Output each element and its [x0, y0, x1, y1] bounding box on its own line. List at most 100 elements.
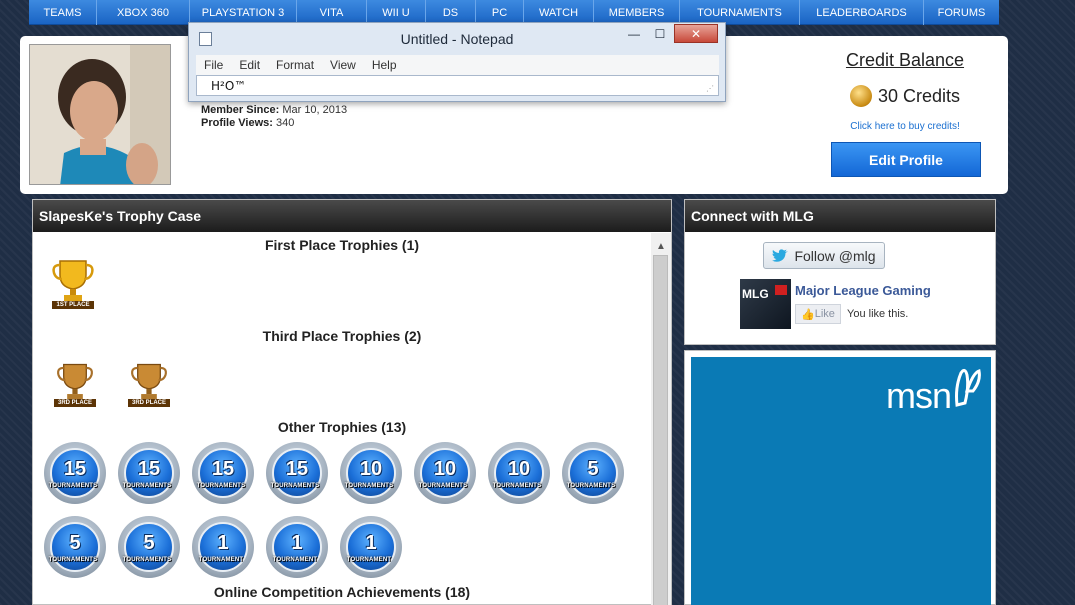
medal-number: 15	[285, 457, 309, 480]
resize-grip-icon[interactable]: ⋰	[706, 84, 714, 93]
medal-number: 15	[211, 457, 235, 480]
medal-number: 1	[291, 531, 303, 554]
tournament-medal[interactable]: 1 TOURNAMENT	[192, 516, 254, 578]
medal-badge: 1	[198, 522, 248, 572]
medal-label: TOURNAMENTS	[48, 557, 98, 563]
scroll-thumb[interactable]	[653, 255, 668, 605]
bronze-cup-icon	[57, 363, 93, 400]
trophy-case-body[interactable]: First Place Trophies (1) 1ST PLACE Third…	[33, 233, 651, 605]
thumbs-up-icon: 👍	[801, 308, 815, 321]
medal-label: TOURNAMENTS	[122, 483, 172, 489]
close-button[interactable]: ✕	[674, 24, 718, 43]
tournament-medal[interactable]: 5 TOURNAMENTS	[562, 442, 624, 504]
medal-number: 1	[365, 531, 377, 554]
menu-edit[interactable]: Edit	[231, 58, 268, 72]
medal-label: TOURNAMENTS	[418, 483, 468, 489]
medal-badge: 15	[50, 448, 100, 498]
medal-badge: 10	[420, 448, 470, 498]
coin-icon	[849, 85, 872, 107]
credit-balance-box: Credit Balance 30 Credits Click here to …	[825, 50, 985, 132]
tournament-medal[interactable]: 15 TOURNAMENTS	[192, 442, 254, 504]
connect-header: Connect with MLG	[685, 200, 995, 232]
notepad-text-area[interactable]: H²O™ ⋰	[196, 75, 719, 96]
mlg-logo-text: MLG	[742, 287, 769, 301]
mlg-page-link[interactable]: Major League Gaming	[795, 283, 931, 298]
tournament-medal[interactable]: 15 TOURNAMENTS	[118, 442, 180, 504]
edit-profile-button[interactable]: Edit Profile	[831, 142, 981, 177]
third-place-title: Third Place Trophies (2)	[262, 328, 422, 344]
medal-badge: 10	[494, 448, 544, 498]
medal-number: 5	[143, 531, 155, 554]
gold-cup-icon	[52, 260, 94, 301]
medal-label: TOURNAMENT	[346, 557, 392, 563]
medal-label: TOURNAMENT	[272, 557, 318, 563]
mlg-logo-mark	[775, 285, 787, 295]
medal-number: 10	[507, 457, 531, 480]
third-place-trophy-2[interactable]: 3RD PLACE	[128, 361, 171, 407]
tournament-medal[interactable]: 10 TOURNAMENTS	[488, 442, 550, 504]
tournament-medal[interactable]: 15 TOURNAMENTS	[44, 442, 106, 504]
nav-teams[interactable]: TEAMS	[29, 0, 97, 25]
medal-badge: 10	[346, 448, 396, 498]
msn-logo-text: msn	[885, 375, 952, 416]
mlg-logo[interactable]: MLG	[740, 279, 791, 329]
menu-format[interactable]: Format	[268, 58, 322, 72]
medal-label: TOURNAMENTS	[344, 483, 394, 489]
like-button[interactable]: 👍 Like	[795, 304, 841, 324]
other-trophies-title: Other Trophies (13)	[277, 419, 407, 435]
medal-label: TOURNAMENTS	[566, 483, 616, 489]
minimize-icon[interactable]: —	[624, 27, 644, 41]
tournament-medal[interactable]: 10 TOURNAMENTS	[340, 442, 402, 504]
scroll-up-icon[interactable]: ▲	[651, 238, 671, 254]
maximize-icon[interactable]: ☐	[650, 27, 670, 41]
online-achievements-title: Online Competition Achievements (18)	[213, 584, 471, 600]
medal-label: TOURNAMENT	[198, 557, 244, 563]
menu-view[interactable]: View	[322, 58, 364, 72]
trophy-scrollbar[interactable]: ▲	[651, 233, 671, 605]
follow-label: Follow @mlg	[794, 247, 876, 264]
medal-number: 15	[137, 457, 161, 480]
first-place-trophy[interactable]: 1ST PLACE	[50, 257, 96, 309]
tournament-medal[interactable]: 1 TOURNAMENT	[340, 516, 402, 578]
like-status: You like this.	[847, 308, 909, 320]
twitter-bird-icon	[772, 248, 789, 262]
medal-badge: 5	[50, 522, 100, 572]
medal-number: 5	[69, 531, 81, 554]
first-place-title: First Place Trophies (1)	[264, 237, 420, 253]
third-place-trophy-1[interactable]: 3RD PLACE	[54, 361, 97, 407]
medal-badge: 15	[124, 448, 174, 498]
third-place-label: 3RD PLACE	[128, 399, 171, 407]
notepad-title: Untitled - Notepad	[400, 31, 514, 47]
medal-label: TOURNAMENTS	[196, 483, 246, 489]
msn-ad[interactable]: msn	[691, 357, 991, 605]
notepad-content: H²O™	[211, 79, 247, 93]
tournament-medal[interactable]: 15 TOURNAMENTS	[266, 442, 328, 504]
nav-xbox-360[interactable]: XBOX 360	[97, 0, 190, 25]
medal-label: TOURNAMENTS	[492, 483, 542, 489]
nav-leaderboards[interactable]: LEADERBOARDS	[800, 0, 924, 25]
medal-label: TOURNAMENTS	[48, 483, 98, 489]
tournament-medal[interactable]: 5 TOURNAMENTS	[44, 516, 106, 578]
medal-badge: 15	[272, 448, 322, 498]
tournament-medal[interactable]: 10 TOURNAMENTS	[414, 442, 476, 504]
credit-amount: 30 Credits	[825, 85, 985, 107]
first-place-label: 1ST PLACE	[52, 301, 94, 309]
credit-balance-title[interactable]: Credit Balance	[825, 50, 985, 71]
menu-help[interactable]: Help	[364, 58, 405, 72]
tournament-medal[interactable]: 1 TOURNAMENT	[266, 516, 328, 578]
profile-views-value: 340	[276, 117, 295, 129]
trophy-case-header: SlapesKe's Trophy Case	[33, 200, 671, 232]
tournament-medal[interactable]: 5 TOURNAMENTS	[118, 516, 180, 578]
trophy-case-panel: SlapesKe's Trophy Case First Place Troph…	[32, 199, 672, 605]
medal-number: 15	[63, 457, 87, 480]
follow-button[interactable]: Follow @mlg	[763, 242, 885, 269]
menu-file[interactable]: File	[196, 58, 231, 72]
like-label: Like	[814, 308, 835, 320]
notepad-titlebar[interactable]: Untitled - Notepad — ☐ ✕	[189, 23, 725, 53]
medal-number: 1	[217, 531, 229, 554]
avatar	[29, 44, 171, 185]
buy-credits-link[interactable]: Click here to buy credits!	[825, 121, 985, 132]
nav-forums[interactable]: FORUMS	[924, 0, 999, 25]
medal-label: TOURNAMENTS	[270, 483, 320, 489]
msn-butterfly-icon	[955, 368, 981, 407]
